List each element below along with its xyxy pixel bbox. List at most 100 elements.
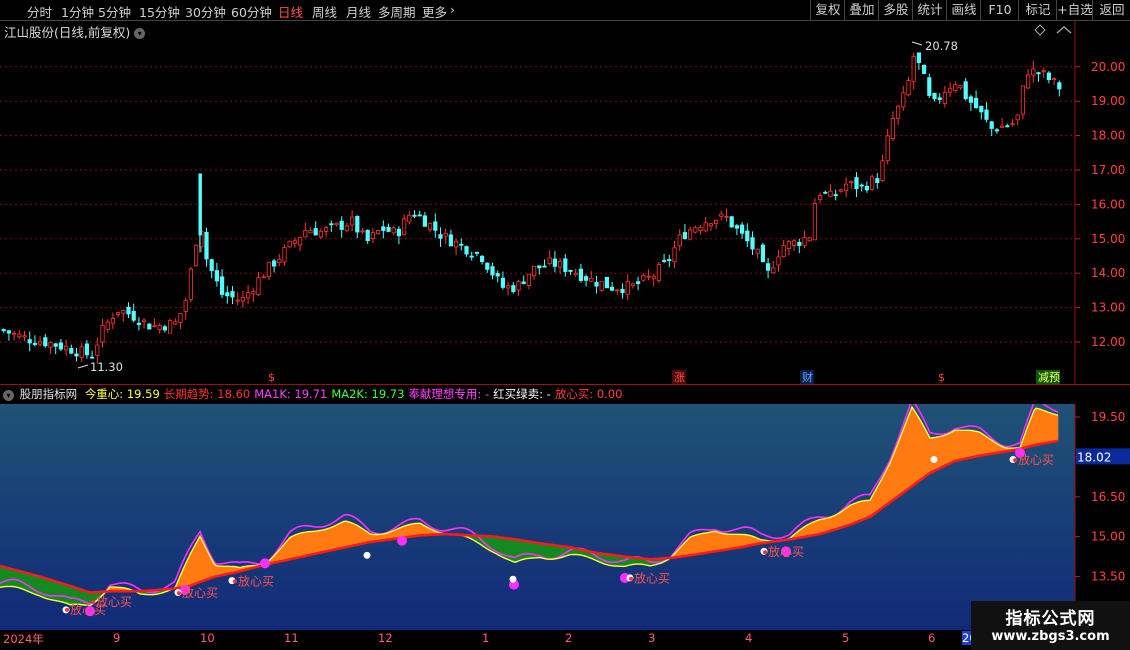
candle xyxy=(1015,114,1020,126)
indicator-axis-label: 16.50 xyxy=(1091,490,1125,504)
chevron-down-icon[interactable]: ▾ xyxy=(134,28,146,39)
candle xyxy=(266,261,272,281)
date-label: 1 xyxy=(482,631,490,645)
event-marker[interactable]: 减预 xyxy=(1036,370,1060,384)
candle xyxy=(641,273,646,282)
candle xyxy=(126,302,131,318)
candle xyxy=(922,64,927,75)
candle xyxy=(953,81,958,93)
candle xyxy=(1026,68,1031,89)
event-marker[interactable]: 财 xyxy=(800,370,814,384)
candle xyxy=(516,279,521,297)
candle xyxy=(558,258,563,274)
candle xyxy=(1,328,6,333)
candle xyxy=(412,210,417,219)
period-tab[interactable]: 周线 xyxy=(312,2,337,21)
event-marker-text: $ xyxy=(268,371,275,384)
candle xyxy=(448,229,454,247)
date-label: 5 xyxy=(842,631,850,645)
candle xyxy=(370,228,376,244)
candle xyxy=(17,329,22,339)
chevron-right-icon[interactable]: › xyxy=(450,2,455,17)
event-marker[interactable]: $ xyxy=(268,371,275,384)
toolbar-button[interactable]: +自选 xyxy=(1056,0,1093,20)
candle xyxy=(479,254,485,265)
event-marker[interactable]: 涨 xyxy=(672,370,686,384)
indicator-axis-label: 13.50 xyxy=(1091,570,1125,584)
candle xyxy=(162,324,167,333)
diamond-icon[interactable] xyxy=(1034,24,1046,36)
candle xyxy=(6,330,11,341)
candle xyxy=(318,228,324,239)
collapse-icon[interactable] xyxy=(1056,26,1072,34)
candle xyxy=(152,318,157,328)
toolbar-button[interactable]: F10 xyxy=(980,0,1019,20)
candle xyxy=(204,227,209,267)
candle xyxy=(287,240,292,249)
price-chart-panel[interactable]: 20.00 19.00 18.00 17.00 16.00 15.00 14.00 13.00… xyxy=(0,21,1130,385)
candle xyxy=(157,323,162,334)
toolbar-button[interactable]: 叠加 xyxy=(844,0,879,20)
price-axis-label: 19.00 xyxy=(1091,94,1125,108)
signal-dot xyxy=(260,558,270,569)
candle xyxy=(932,92,937,102)
period-tab[interactable]: 1分钟 xyxy=(61,2,94,21)
stock-title[interactable]: 江山股份(日线,前复权) ▾ xyxy=(4,22,146,41)
candle xyxy=(942,85,948,108)
candle xyxy=(703,216,708,233)
indicator-chart[interactable]: 19.5018.0016.5015.0013.5018.02放心买放心买放心买放… xyxy=(0,404,1130,630)
toolbar-button[interactable]: 复权 xyxy=(810,0,845,20)
low-marker xyxy=(77,364,89,369)
period-tab[interactable]: 分时 xyxy=(27,2,52,21)
candle xyxy=(339,216,344,238)
price-axis-label: 18.00 xyxy=(1091,129,1125,143)
date-axis: 2024年 9 10 11 12 1 2 3 4 5 6 20 xyxy=(0,630,1075,650)
chevron-down-icon[interactable]: ▾ xyxy=(3,390,14,401)
candle xyxy=(48,341,53,354)
candle xyxy=(625,273,630,301)
candle xyxy=(682,223,688,240)
candle xyxy=(594,276,599,294)
candle xyxy=(1057,80,1062,97)
period-tab[interactable]: 5分钟 xyxy=(98,2,131,21)
buy-signal-label: 放心买 xyxy=(182,585,218,600)
candle xyxy=(755,248,760,259)
period-tab[interactable]: 30分钟 xyxy=(185,2,226,21)
period-tab[interactable]: 更多 xyxy=(422,2,447,21)
candle xyxy=(532,265,537,281)
indicator-name[interactable]: 股朋指标网 xyxy=(20,387,78,401)
candle xyxy=(760,242,766,263)
candle xyxy=(511,281,516,294)
indicator-panel[interactable]: 19.5018.0016.5015.0013.5018.02放心买放心买放心买放… xyxy=(0,404,1130,630)
toolbar-button[interactable]: 画线 xyxy=(946,0,981,20)
candle xyxy=(578,263,584,283)
candlestick-chart[interactable]: 20.00 19.00 18.00 17.00 16.00 15.00 14.00 13.00… xyxy=(0,21,1130,385)
candle xyxy=(11,330,17,341)
indicator-axis-label: 15.00 xyxy=(1091,530,1125,544)
period-tab[interactable]: 月线 xyxy=(346,2,371,21)
toolbar-button[interactable]: 返回 xyxy=(1092,0,1130,20)
event-marker-text: 财 xyxy=(802,370,813,384)
candle xyxy=(854,172,859,198)
period-tab[interactable]: 日线 xyxy=(278,2,303,21)
candle xyxy=(32,335,38,347)
date-label: 10 xyxy=(200,631,215,645)
period-tab[interactable]: 60分钟 xyxy=(231,2,272,21)
toolbar-button[interactable]: 统计 xyxy=(912,0,947,20)
candle xyxy=(906,76,911,97)
toolbar-button[interactable]: 多股 xyxy=(878,0,913,20)
candle xyxy=(1005,123,1010,128)
candle xyxy=(329,220,334,233)
period-tab[interactable]: 多周期 xyxy=(378,2,416,21)
period-tab[interactable]: 15分钟 xyxy=(139,2,180,21)
candle xyxy=(271,258,277,273)
candle xyxy=(22,330,27,342)
toolbar-button[interactable]: 标记 xyxy=(1018,0,1057,20)
candle xyxy=(610,281,615,292)
event-marker[interactable]: $ xyxy=(938,371,945,384)
candle xyxy=(547,249,552,266)
candle xyxy=(214,262,219,287)
candle xyxy=(911,52,916,90)
candle xyxy=(636,276,641,291)
date-label: 4 xyxy=(745,631,753,645)
